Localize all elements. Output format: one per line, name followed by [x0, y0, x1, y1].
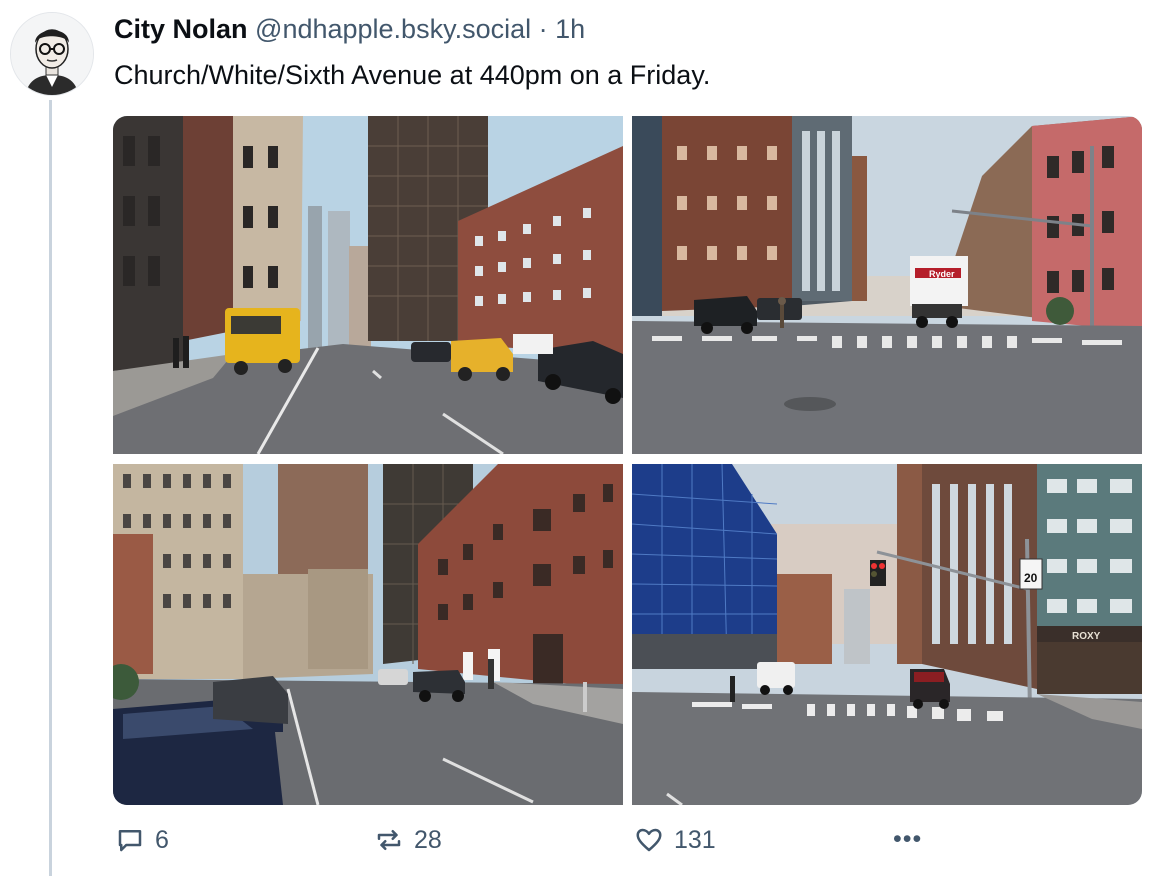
ryder-sign: Ryder [929, 269, 955, 279]
like-count: 131 [674, 825, 716, 854]
post-header: City Nolan @ndhapple.bsky.social · 1h [114, 14, 585, 45]
like-button[interactable]: 131 [634, 825, 716, 855]
photo-1-image [113, 116, 623, 454]
avatar[interactable] [10, 12, 94, 96]
post-time[interactable]: 1h [555, 14, 585, 44]
photo-sixth-avenue[interactable]: ROXY 20 [632, 464, 1142, 805]
photo-brick-street[interactable] [113, 464, 623, 805]
thread-line [49, 100, 52, 876]
photo-2-image: Ryder [632, 116, 1142, 454]
repost-count: 28 [414, 825, 442, 854]
image-grid: Ryder ROXY 20 [113, 116, 1142, 805]
post-text: Church/White/Sixth Avenue at 440pm on a … [114, 60, 711, 90]
repost-button[interactable]: 28 [374, 825, 442, 855]
more-options-button[interactable]: ••• [893, 825, 922, 854]
roxy-sign: ROXY [1072, 631, 1101, 642]
reply-button[interactable]: 6 [115, 825, 169, 855]
photo-church-street[interactable] [113, 116, 623, 454]
post-actions: 6 28 131 ••• [0, 825, 1158, 865]
photo-4-image: ROXY 20 [632, 464, 1142, 805]
reply-icon [118, 830, 142, 852]
author-handle[interactable]: @ndhapple.bsky.social [255, 14, 531, 44]
speed-sign: 20 [1024, 571, 1038, 585]
repost-icon [377, 830, 401, 850]
reply-count: 6 [155, 825, 169, 854]
photo-intersection[interactable]: Ryder [632, 116, 1142, 454]
avatar-portrait [11, 13, 93, 95]
separator-dot: · [538, 14, 548, 44]
more-icon: ••• [893, 825, 923, 853]
photo-3-image [113, 464, 623, 805]
author-name[interactable]: City Nolan [114, 14, 248, 44]
heart-icon [636, 828, 662, 852]
